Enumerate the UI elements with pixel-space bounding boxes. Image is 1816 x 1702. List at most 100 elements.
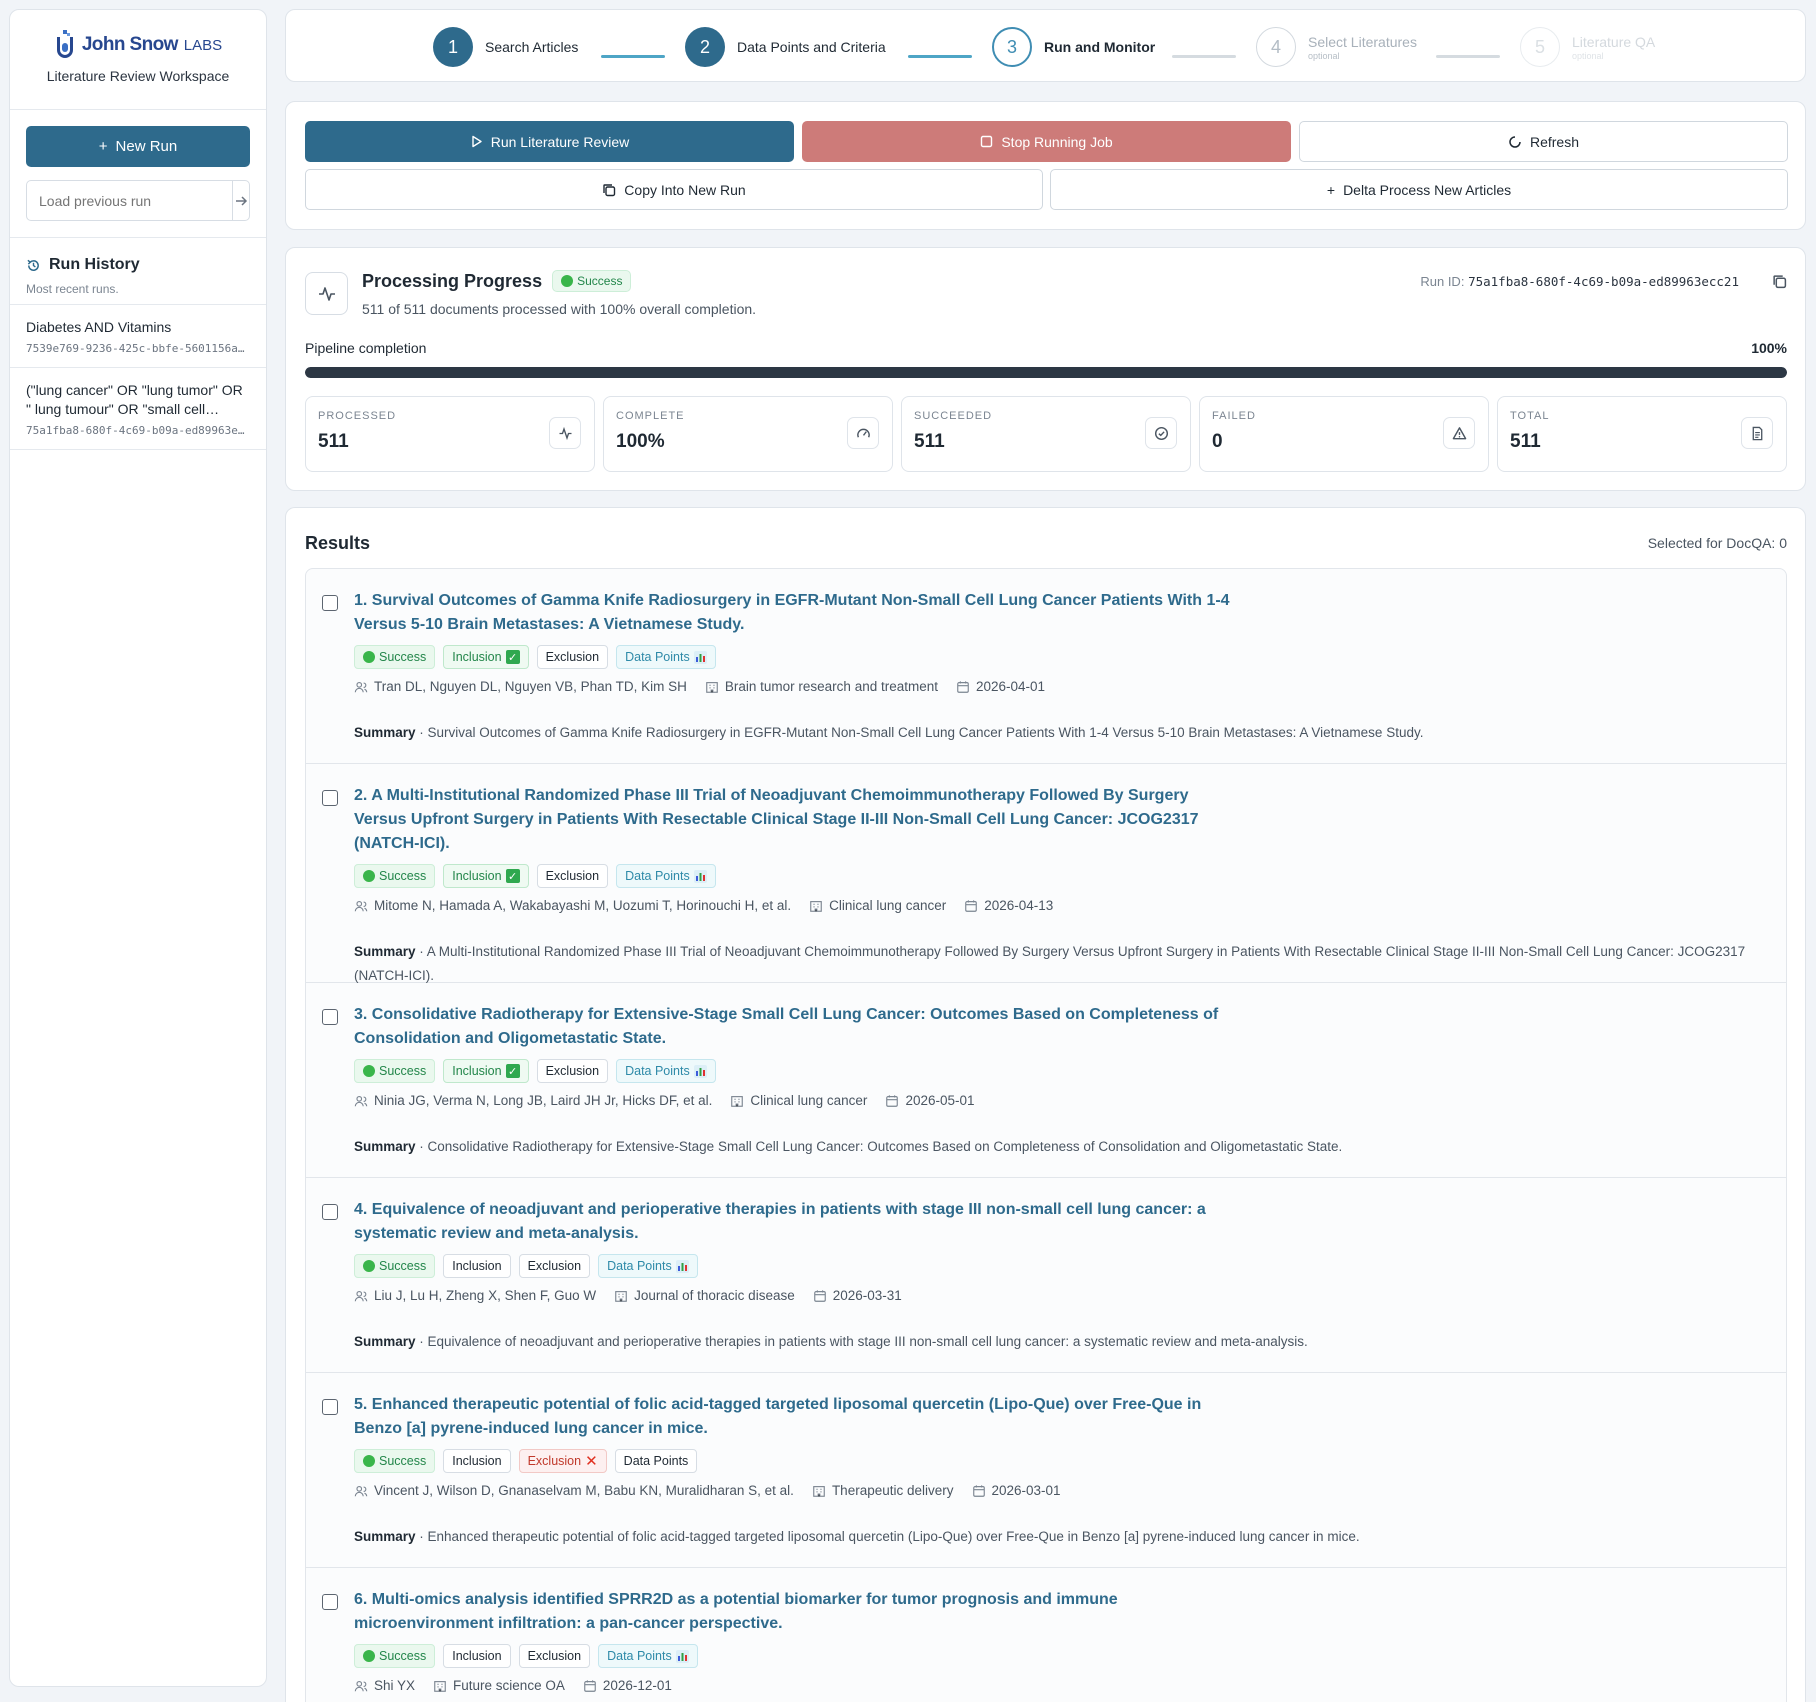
step-connector (601, 55, 665, 58)
pipeline-progress-fill (305, 367, 1787, 378)
copy-run-id-button[interactable] (1772, 274, 1787, 293)
delta-process-button[interactable]: + Delta Process New Articles (1050, 169, 1788, 210)
success-tag: Success (354, 1059, 436, 1083)
article-summary: Summary · Survival Outcomes of Gamma Kni… (354, 725, 1424, 740)
checkmark-icon: ✓ (505, 1064, 520, 1078)
cross-icon: ✕ (585, 1453, 598, 1470)
bar-chart-icon (675, 1259, 689, 1273)
article-summary: Summary · Consolidative Radiotherapy for… (354, 1139, 1343, 1154)
article-checkbox[interactable] (322, 1009, 338, 1025)
status-dot-icon (363, 1650, 375, 1662)
pulse-icon (318, 286, 335, 301)
article-title-link[interactable]: 4. Equivalence of neoadjuvant and periop… (354, 1198, 1234, 1246)
tag-label: Exclusion (545, 1064, 600, 1078)
article-title-link[interactable]: 5. Enhanced therapeutic potential of fol… (354, 1393, 1234, 1441)
stat-complete: COMPLETE 100% (603, 396, 893, 472)
article-meta: Tran DL, Nguyen DL, Nguyen VB, Phan TD, … (354, 679, 1766, 694)
step-connector (1436, 55, 1500, 58)
inclusion-tag[interactable]: Inclusion (443, 1254, 511, 1278)
step-data-points[interactable]: 2 Data Points and Criteria (685, 27, 886, 67)
article-authors: Ninia JG, Verma N, Long JB, Laird JH Jr,… (374, 1093, 713, 1108)
article-summary: Summary · A Multi-Institutional Randomiz… (354, 944, 1746, 983)
history-item[interactable]: Diabetes AND Vitamins 7539e769-9236-425c… (10, 305, 266, 368)
gauge-icon (856, 428, 870, 438)
article-tags: Success Inclusion Exclusion Data Points (354, 1644, 1766, 1668)
article-authors: Mitome N, Hamada A, Wakabayashi M, Uozum… (374, 898, 792, 913)
flask-logo-icon (56, 30, 73, 58)
inclusion-tag[interactable]: Inclusion ✓ (443, 645, 529, 669)
inclusion-tag[interactable]: Inclusion (443, 1644, 511, 1668)
article-authors: Liu J, Lu H, Zheng X, Shen F, Guo W (374, 1288, 597, 1303)
tag-label: Success (379, 650, 427, 664)
article-title-link[interactable]: 6. Multi-omics analysis identified SPRR2… (354, 1588, 1234, 1636)
inclusion-tag[interactable]: Inclusion (443, 1449, 511, 1473)
tag-label: Data Points (625, 869, 690, 883)
refresh-button[interactable]: Refresh (1299, 121, 1788, 162)
article-row: 2. A Multi-Institutional Randomized Phas… (306, 764, 1786, 983)
step-run-monitor[interactable]: 3 Run and Monitor (992, 27, 1155, 67)
inclusion-tag[interactable]: Inclusion ✓ (443, 864, 529, 888)
brand-name: John Snow (81, 34, 179, 55)
load-run-button[interactable] (232, 181, 249, 220)
success-tag: Success (354, 864, 436, 888)
summary-label: Summary (354, 1529, 416, 1544)
article-checkbox[interactable] (322, 1204, 338, 1220)
article-title-link[interactable]: 1. Survival Outcomes of Gamma Knife Radi… (354, 589, 1234, 637)
article-journal: Journal of thoracic disease (634, 1288, 795, 1303)
exclusion-tag[interactable]: Exclusion (536, 864, 609, 888)
exclusion-tag[interactable]: Exclusion (536, 1059, 609, 1083)
load-run-input[interactable] (27, 181, 232, 220)
stat-label: PROCESSED (318, 410, 397, 422)
step-literature-qa[interactable]: 5 Literature QA optional (1520, 27, 1655, 67)
stat-value: 100% (616, 431, 665, 452)
sidebar: John Snow LABS Literature Review Workspa… (9, 9, 267, 1687)
tag-label: Inclusion (452, 1454, 502, 1468)
step-select-literatures[interactable]: 4 Select Literatures optional (1256, 27, 1417, 67)
copy-icon (1773, 275, 1787, 289)
data-points-tag[interactable]: Data Points (616, 645, 716, 669)
history-item-id: 7539e769-9236-425c-bbfe-5601156a2… (26, 342, 250, 355)
history-item-id: 75a1fba8-680f-4c69-b09a-ed89963ec… (26, 424, 250, 437)
data-points-tag[interactable]: Data Points (616, 1059, 716, 1083)
new-run-button[interactable]: + New Run (26, 126, 250, 167)
exclusion-tag[interactable]: Exclusion (518, 1254, 591, 1278)
step-number: 3 (992, 27, 1032, 67)
history-item[interactable]: ("lung cancer" OR "lung tumor" OR " lung… (10, 368, 266, 450)
article-checkbox[interactable] (322, 595, 338, 611)
exclusion-tag[interactable]: Exclusion ✕ (518, 1449, 607, 1473)
data-points-tag[interactable]: Data Points (598, 1644, 698, 1668)
building-icon (615, 1290, 627, 1302)
building-icon (810, 900, 822, 912)
stop-running-job-button[interactable]: Stop Running Job (802, 121, 1291, 162)
exclusion-tag[interactable]: Exclusion (536, 645, 609, 669)
article-checkbox[interactable] (322, 790, 338, 806)
checkmark-icon: ✓ (505, 650, 520, 664)
data-points-tag[interactable]: Data Points (616, 864, 716, 888)
inclusion-tag[interactable]: Inclusion ✓ (443, 1059, 529, 1083)
tag-label: Data Points (625, 650, 690, 664)
article-title-link[interactable]: 2. A Multi-Institutional Randomized Phas… (354, 784, 1234, 856)
article-row: 3. Consolidative Radiotherapy for Extens… (306, 983, 1786, 1178)
exclusion-tag[interactable]: Exclusion (518, 1644, 591, 1668)
check-circle-icon (1154, 426, 1168, 440)
stat-label: FAILED (1212, 410, 1256, 422)
data-points-tag[interactable]: Data Points (598, 1254, 698, 1278)
step-number: 2 (685, 27, 725, 67)
brand-suffix: LABS (183, 36, 223, 54)
article-checkbox[interactable] (322, 1399, 338, 1415)
user-icon (354, 900, 368, 911)
calendar-icon (886, 1094, 899, 1107)
step-search-articles[interactable]: 1 Search Articles (433, 27, 578, 67)
success-tag: Success (354, 1449, 436, 1473)
tag-label: Exclusion (545, 650, 600, 664)
data-points-tag[interactable]: Data Points (614, 1449, 698, 1473)
copy-into-new-run-button[interactable]: Copy Into New Run (305, 169, 1043, 210)
run-literature-review-button[interactable]: Run Literature Review (305, 121, 794, 162)
article-date: 2026-03-31 (832, 1288, 902, 1303)
refresh-icon (1509, 135, 1521, 148)
article-checkbox[interactable] (322, 1594, 338, 1610)
history-item-name: Diabetes AND Vitamins (26, 319, 172, 335)
tag-label: Inclusion (452, 1259, 502, 1273)
tag-label: Inclusion (452, 869, 502, 883)
article-title-link[interactable]: 3. Consolidative Radiotherapy for Extens… (354, 1003, 1234, 1051)
